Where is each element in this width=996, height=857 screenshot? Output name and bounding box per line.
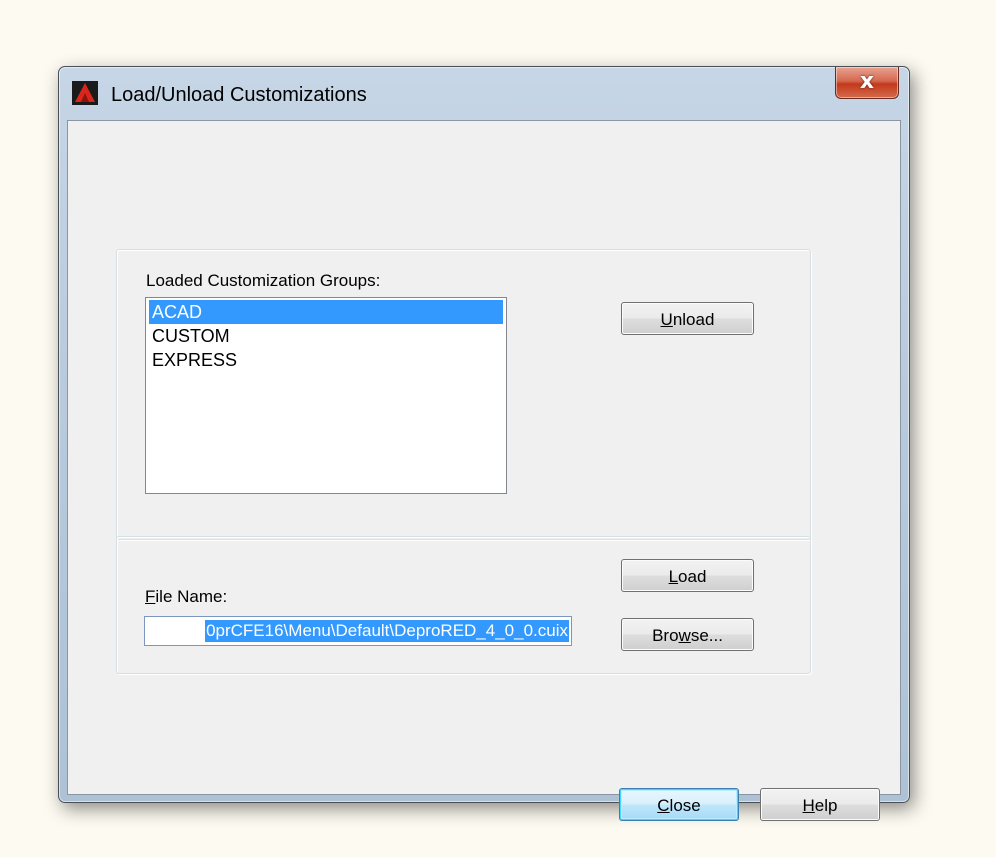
unload-button[interactable]: Unload (621, 302, 754, 335)
close-icon: x (859, 69, 875, 94)
unload-accel: U (660, 310, 673, 329)
load-accel: L (668, 567, 679, 586)
help-accel: H (802, 796, 815, 815)
help-label: elp (814, 796, 838, 815)
dialog-window: Load/Unload Customizations x Loaded Cust… (58, 66, 910, 821)
window-title: Load/Unload Customizations (111, 84, 367, 106)
dialog-client-area: Loaded Customization Groups: ACAD CUSTOM… (67, 120, 901, 821)
file-name-label-text: ile Name: (155, 587, 228, 606)
browse-button[interactable]: Browse... (621, 618, 754, 651)
close-window-button[interactable]: x (835, 67, 899, 99)
file-name-label: File Name: (145, 587, 227, 607)
browse-label: se... (690, 626, 723, 645)
browse-accel: w (678, 626, 691, 645)
close-button[interactable]: Close (619, 788, 739, 821)
unload-label: nload (672, 310, 715, 329)
loaded-groups-label: Loaded Customization Groups: (146, 271, 381, 290)
title-bar[interactable]: Load/Unload Customizations x (59, 67, 909, 121)
close-accel: C (657, 796, 670, 815)
file-name-accel: F (145, 587, 156, 606)
file-name-value: 0prCFE16\Menu\Default\DeproRED_4_0_0.cui… (205, 620, 569, 642)
list-item-express[interactable]: EXPRESS (146, 348, 506, 372)
load-label: oad (678, 567, 707, 586)
help-button[interactable]: Help (760, 788, 880, 821)
autocad-icon (72, 81, 98, 105)
close-label: lose (669, 796, 701, 815)
list-item-custom[interactable]: CUSTOM (146, 324, 506, 348)
load-button[interactable]: Load (621, 559, 754, 592)
list-item-acad[interactable]: ACAD (149, 300, 503, 324)
customization-groups-list[interactable]: ACAD CUSTOM EXPRESS (145, 297, 507, 494)
browse-pre: Bro (652, 626, 679, 645)
file-name-input[interactable]: 0prCFE16\Menu\Default\DeproRED_4_0_0.cui… (144, 616, 572, 646)
